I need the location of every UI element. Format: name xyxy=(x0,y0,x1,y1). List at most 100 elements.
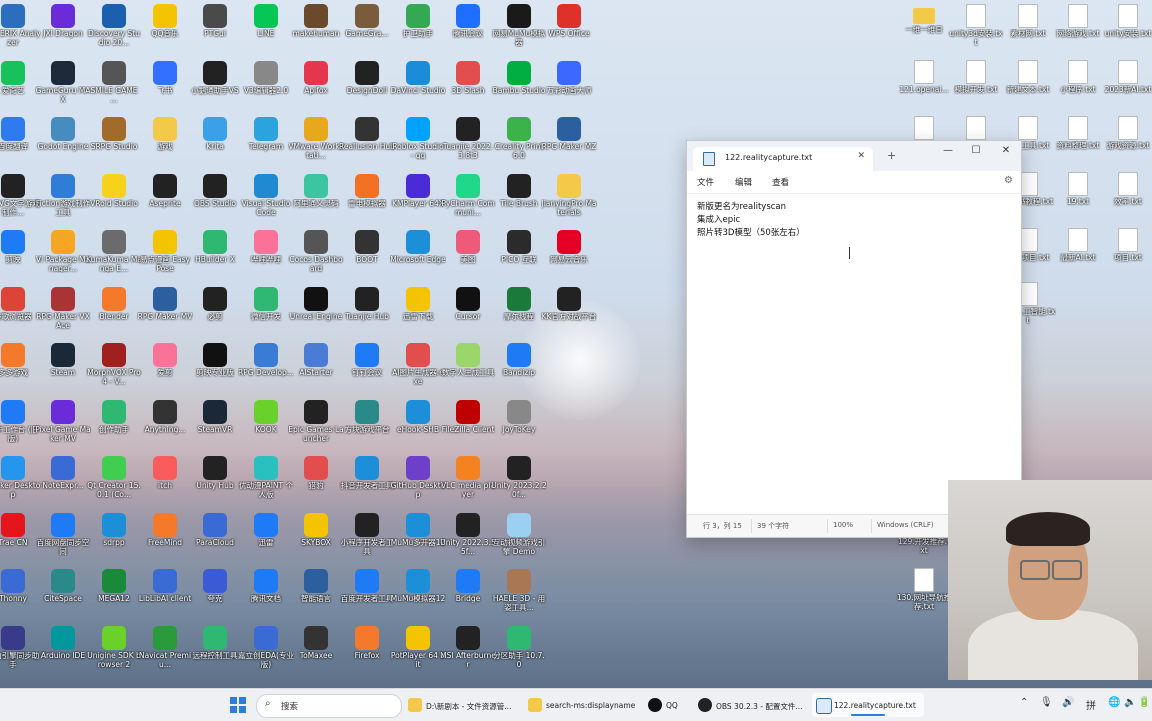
close-button[interactable]: ✕ xyxy=(997,145,1015,156)
notepad-text-area[interactable]: 新版更名为realityscan 集成入epic 照片转3D模型（50张左右） xyxy=(697,201,1011,513)
desktop-icon[interactable]: HAELE 3D - 用姿工具... xyxy=(491,567,547,623)
desktop-icon[interactable]: 互动视频游戏引擎 Demo xyxy=(491,511,547,567)
desktop-icon[interactable]: 护卫助手 xyxy=(390,2,446,58)
network-icon[interactable]: 🌐 xyxy=(1108,697,1120,708)
desktop-icon[interactable]: 嘉立创EDA(专业版) xyxy=(238,624,294,680)
desktop-icon[interactable]: JianyingPro Materials xyxy=(541,172,597,228)
desktop-icon[interactable]: 数字人生成工具 xyxy=(440,341,496,397)
desktop-icon[interactable]: Unity 2022.3.55f... xyxy=(440,511,496,567)
desktop-icon[interactable]: KMPlayer 64X xyxy=(390,172,446,228)
desktop-icon[interactable]: DesignDoll xyxy=(339,59,395,115)
desktop-icon[interactable]: 夸克 xyxy=(187,567,243,623)
desktop-icon[interactable]: 腾讯会议 xyxy=(440,2,496,58)
desktop-icon[interactable]: JXI Dragon xyxy=(35,2,91,58)
desktop-file-icon[interactable]: 最新AI.txt xyxy=(1050,226,1106,282)
desktop-icon[interactable]: Tuanjie Hub xyxy=(339,285,395,341)
desktop-icon[interactable]: 美图 xyxy=(440,228,496,284)
desktop-icon[interactable]: KOOK xyxy=(238,398,294,454)
desktop-icon[interactable]: Cursor xyxy=(440,285,496,341)
desktop-icon[interactable]: eHook-SHB xyxy=(390,398,446,454)
line-ending[interactable]: Windows (CRLF) xyxy=(877,521,934,529)
desktop-icon[interactable]: FileZilla Client xyxy=(440,398,496,454)
desktop-icon[interactable]: LibLibAI client xyxy=(137,567,193,623)
desktop-icon[interactable]: 智能语言 xyxy=(288,567,344,623)
desktop-icon[interactable]: sdrpp xyxy=(86,511,142,567)
new-tab-button[interactable]: + xyxy=(887,149,896,162)
desktop-icon[interactable]: GameGuru MAX xyxy=(35,59,91,115)
desktop-file-icon[interactable]: 121.openai... xyxy=(896,58,952,114)
notepad-tab[interactable]: 122.realitycapture.txt ✕ xyxy=(693,147,873,171)
desktop-icon[interactable]: Aseprite xyxy=(137,172,193,228)
desktop-icon[interactable]: AIStarter xyxy=(288,341,344,397)
desktop-file-icon[interactable]: 130.网址导航推荐.txt xyxy=(896,566,952,622)
chevron-up-icon[interactable]: ⌃ xyxy=(1020,697,1028,708)
desktop-icon[interactable]: GitHub Desktop xyxy=(390,454,446,510)
desktop-icon[interactable]: MSI Afterburner xyxy=(440,624,496,680)
desktop-icon[interactable]: Unity Hub xyxy=(187,454,243,510)
notepad-titlebar[interactable]: 122.realitycapture.txt ✕ + — ☐ ✕ xyxy=(687,141,1021,171)
desktop-file-icon[interactable]: 一维一维日 xyxy=(896,2,952,58)
desktop-icon[interactable]: 迅雷下载 xyxy=(390,285,446,341)
tab-close-icon[interactable]: ✕ xyxy=(857,151,865,161)
desktop-icon[interactable]: Arduino IDE xyxy=(35,624,91,680)
desktop-icon[interactable]: 游戏 xyxy=(137,115,193,171)
desktop-file-icon[interactable]: unity3d安装.txt xyxy=(948,2,1004,58)
desktop-icon[interactable]: Tile Brush xyxy=(491,172,547,228)
desktop-file-icon[interactable]: 小程序.txt xyxy=(1050,58,1106,114)
taskbar-item-qq[interactable]: QQ xyxy=(644,693,692,717)
desktop-icon[interactable]: RPG Maker MZ xyxy=(541,115,597,171)
desktop-icon[interactable]: Visual Studio Code xyxy=(238,172,294,228)
desktop-icon[interactable]: Bandizip xyxy=(491,341,547,397)
desktop-icon[interactable]: 摩尔线程 xyxy=(491,285,547,341)
desktop-icon[interactable]: WPS Office xyxy=(541,2,597,58)
desktop-icon[interactable]: SMILE GAME ... xyxy=(86,59,142,115)
desktop-icon[interactable]: V3编辑器2.0 xyxy=(238,59,294,115)
desktop-icon[interactable]: 百度开发者工具 xyxy=(339,567,395,623)
desktop-file-icon[interactable]: 素材网.txt xyxy=(1000,2,1056,58)
desktop-icon[interactable]: itch xyxy=(137,454,193,510)
desktop-icon[interactable]: BOOT xyxy=(339,228,395,284)
desktop-icon[interactable]: PyCharm Communi... xyxy=(440,172,496,228)
desktop-icon[interactable]: 哔哩哔哩 xyxy=(238,228,294,284)
desktop-icon[interactable]: 创作助手 xyxy=(86,398,142,454)
desktop-icon[interactable]: 3D Slash xyxy=(440,59,496,115)
desktop-icon[interactable]: makehuman xyxy=(288,2,344,58)
desktop-icon[interactable]: 小程序开发者工具 xyxy=(339,511,395,567)
desktop-icon[interactable]: KumaKuma Manga E... xyxy=(86,228,142,284)
minimize-button[interactable]: — xyxy=(939,145,957,156)
menu-file[interactable]: 文件 xyxy=(697,176,714,188)
desktop-icon[interactable]: Unigine SDK browser 2 xyxy=(86,624,142,680)
desktop-icon[interactable]: 分区助手 10.7.0 xyxy=(491,624,547,680)
sound-icon[interactable]: 🔈 xyxy=(1124,697,1136,708)
desktop-icon[interactable]: Reallusion Hub xyxy=(339,115,395,171)
taskbar-item-explorer[interactable]: D:\新剧本 - 文件资源管... xyxy=(404,693,520,717)
desktop-icon[interactable]: 微信开发 xyxy=(238,285,294,341)
desktop-file-icon[interactable]: 资料整理.txt xyxy=(1050,114,1106,170)
desktop-icon[interactable]: Firefox xyxy=(339,624,395,680)
menu-edit[interactable]: 编辑 xyxy=(735,176,752,188)
desktop-icon[interactable]: Roblox Studio - qq xyxy=(390,115,446,171)
desktop-icon[interactable]: RPG Develop... xyxy=(238,341,294,397)
desktop-icon[interactable]: 必剪 xyxy=(187,285,243,341)
desktop-icon[interactable]: Cocos Dashboard xyxy=(288,228,344,284)
desktop-icon[interactable]: 剪映专业版 xyxy=(187,341,243,397)
desktop-icon[interactable]: MuMu模拟器12 xyxy=(390,567,446,623)
volume-icon[interactable]: 🔊 xyxy=(1062,697,1074,708)
taskbar-search[interactable]: ⌕ 搜索 xyxy=(256,694,402,718)
desktop-icon[interactable]: JoyToKey xyxy=(491,398,547,454)
desktop-file-icon[interactable]: 模拟开发.txt xyxy=(948,58,1004,114)
desktop-icon[interactable]: 腾讯文档 xyxy=(238,567,294,623)
taskbar-item-notepad[interactable]: 122.realitycapture.txt xyxy=(812,693,924,717)
desktop-icon[interactable]: VMware Workstati... xyxy=(288,115,344,171)
desktop-icon[interactable]: QQ音乐 xyxy=(137,2,193,58)
desktop-icon[interactable]: ToMaxee xyxy=(288,624,344,680)
desktop-icon[interactable]: LINE xyxy=(238,2,294,58)
desktop-icon[interactable]: PICO 互联 xyxy=(491,228,547,284)
ime-indicator[interactable]: 拼 xyxy=(1086,697,1096,712)
notepad-window[interactable]: 122.realitycapture.txt ✕ + — ☐ ✕ 文件 编辑 查… xyxy=(686,140,1022,538)
desktop-icon[interactable]: RPG Maker MV xyxy=(137,285,193,341)
desktop-icon[interactable]: 飞书 xyxy=(137,59,193,115)
desktop-icon[interactable]: DaVinci Studio xyxy=(390,59,446,115)
desktop-icon[interactable]: CiteSpace xyxy=(35,567,91,623)
desktop-icon[interactable]: Godot Engine xyxy=(35,115,91,171)
